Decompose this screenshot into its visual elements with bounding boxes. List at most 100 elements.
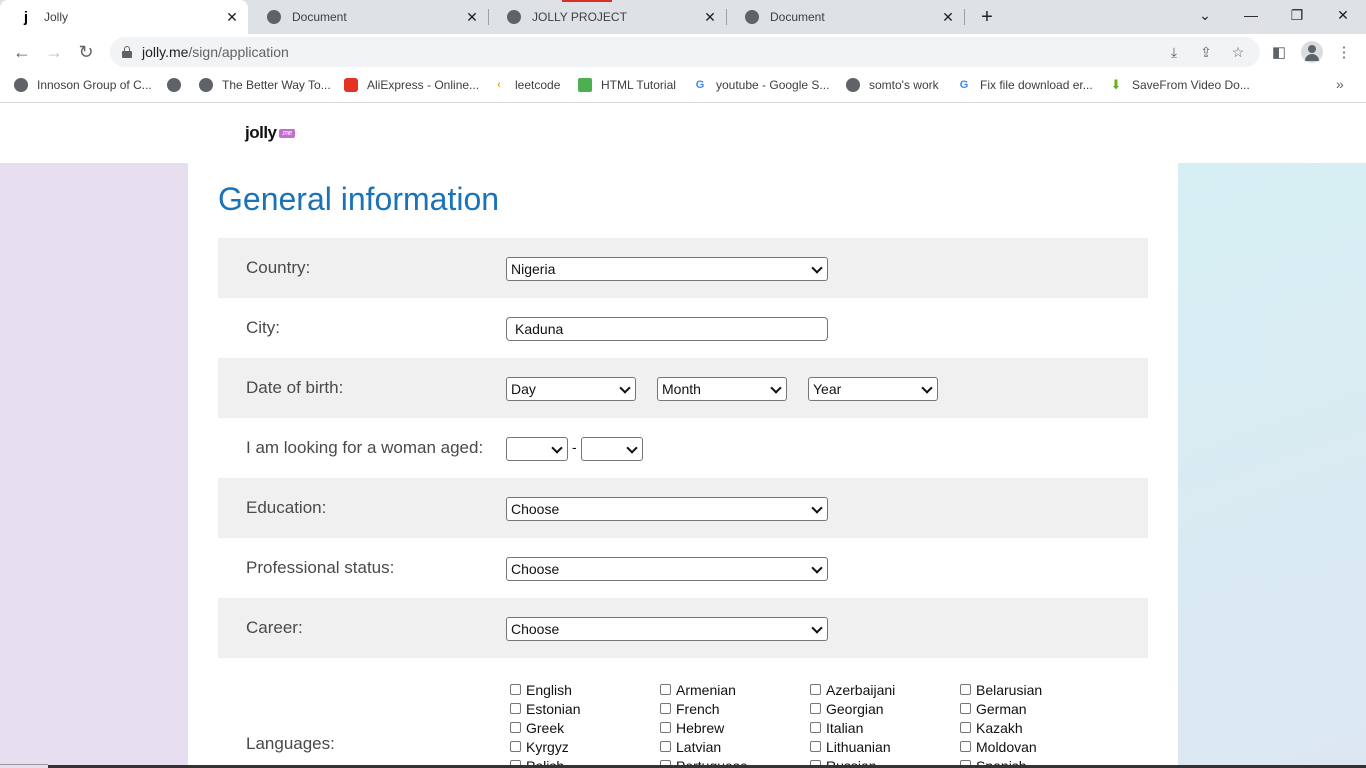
bookmark-somtos-work[interactable]: somto's work (846, 78, 939, 92)
bookmark-better-way[interactable]: The Better Way To... (199, 78, 331, 92)
language-option[interactable]: English (510, 680, 572, 699)
language-checkbox[interactable] (510, 684, 521, 695)
language-checkbox[interactable] (810, 741, 821, 752)
age-range-row: I am looking for a woman aged: - (218, 418, 1148, 478)
new-tab-button[interactable]: + (975, 6, 999, 28)
restore-icon[interactable]: ❐ (1274, 0, 1320, 30)
language-option[interactable]: Moldovan (960, 737, 1037, 756)
education-select[interactable]: Choose (506, 497, 828, 521)
jolly-logo[interactable]: jolly .me (245, 123, 295, 143)
bookmark-globe[interactable] (167, 78, 190, 92)
tab-title: Document (292, 10, 347, 24)
close-tab-icon[interactable]: ✕ (702, 9, 718, 25)
share-icon[interactable]: ⇪ (1198, 44, 1214, 60)
professional-status-select[interactable]: Choose (506, 557, 828, 581)
language-checkbox[interactable] (810, 722, 821, 733)
city-input[interactable]: Kaduna (506, 317, 828, 341)
language-checkbox[interactable] (960, 684, 971, 695)
language-checkbox[interactable] (660, 722, 671, 733)
lock-icon[interactable] (122, 46, 132, 58)
dob-month-select[interactable]: Month (657, 377, 787, 401)
professional-status-row: Professional status: Choose (218, 538, 1148, 598)
bookmark-aliexpress[interactable]: AliExpress - Online... (344, 78, 479, 92)
globe-icon (846, 78, 860, 92)
language-option[interactable]: Armenian (660, 680, 736, 699)
google-icon: G (695, 79, 705, 91)
tab-jolly[interactable]: j Jolly ✕ (0, 0, 248, 34)
more-bookmarks-icon[interactable]: » (1336, 76, 1344, 92)
language-checkbox[interactable] (960, 703, 971, 714)
globe-icon (14, 78, 28, 92)
bookmark-savefrom[interactable]: ⬇ SaveFrom Video Do... (1109, 77, 1250, 92)
education-label: Education: (246, 498, 327, 517)
bookmark-leetcode[interactable]: ‹ leetcode (492, 78, 560, 92)
language-checkbox[interactable] (960, 741, 971, 752)
aliexpress-icon (344, 78, 358, 92)
forward-icon[interactable]: → (40, 38, 68, 66)
install-icon[interactable]: ⤓ (1166, 44, 1182, 60)
language-label: Moldovan (976, 738, 1037, 755)
close-tab-icon[interactable]: ✕ (464, 9, 480, 25)
language-label: Estonian (526, 700, 581, 717)
close-tab-icon[interactable]: ✕ (224, 9, 240, 25)
language-label: English (526, 681, 572, 698)
language-option[interactable]: German (960, 699, 1027, 718)
language-option[interactable]: Italian (810, 718, 863, 737)
language-option[interactable]: Hebrew (660, 718, 724, 737)
bookmark-innoson[interactable]: Innoson Group of C... (14, 78, 152, 92)
language-option[interactable]: Kyrgyz (510, 737, 569, 756)
language-option[interactable]: Lithuanian (810, 737, 891, 756)
tab-document-1[interactable]: Document ✕ (248, 0, 488, 34)
bookmark-star-icon[interactable]: ☆ (1230, 44, 1246, 60)
minimize-icon[interactable]: — (1228, 0, 1274, 30)
reload-icon[interactable]: ↻ (72, 38, 100, 66)
tab-jolly-project[interactable]: JOLLY PROJECT ✕ (488, 0, 726, 34)
language-option[interactable]: Estonian (510, 699, 580, 718)
profile-avatar-icon[interactable] (1301, 41, 1323, 63)
city-label: City: (246, 318, 280, 337)
page-viewport: jolly .me General information Country: Ni… (0, 103, 1366, 768)
tab-search-icon[interactable]: ⌄ (1182, 0, 1228, 30)
country-select[interactable]: Nigeria (506, 257, 828, 281)
language-option[interactable]: French (660, 699, 720, 718)
language-checkbox[interactable] (660, 684, 671, 695)
dob-day-select[interactable]: Day (506, 377, 636, 401)
language-option[interactable]: Georgian (810, 699, 884, 718)
language-option[interactable]: Belarusian (960, 680, 1042, 699)
language-checkbox[interactable] (960, 722, 971, 733)
language-checkbox[interactable] (810, 703, 821, 714)
language-option[interactable]: Greek (510, 718, 564, 737)
left-background (0, 163, 188, 768)
leetcode-icon: ‹ (497, 79, 501, 91)
tab-strip: j Jolly ✕ Document ✕ JOLLY PROJECT ✕ Doc… (0, 0, 1366, 34)
bookmark-fix-file-download[interactable]: G Fix file download er... (957, 78, 1093, 92)
age-to-select[interactable] (581, 437, 643, 461)
page-title: General information (218, 181, 500, 217)
language-label: Kazakh (976, 719, 1023, 736)
chevron-down-icon (811, 502, 823, 514)
language-checkbox[interactable] (510, 703, 521, 714)
country-row: Country: Nigeria (218, 238, 1148, 298)
dob-year-select[interactable]: Year (808, 377, 938, 401)
language-option[interactable]: Kazakh (960, 718, 1023, 737)
language-option[interactable]: Azerbaijani (810, 680, 895, 699)
language-checkbox[interactable] (810, 684, 821, 695)
close-tab-icon[interactable]: ✕ (940, 9, 956, 25)
tab-document-2[interactable]: Document ✕ (726, 0, 964, 34)
language-checkbox[interactable] (510, 741, 521, 752)
age-from-select[interactable] (506, 437, 568, 461)
language-checkbox[interactable] (510, 722, 521, 733)
address-bar[interactable]: jolly.me/sign/application ⤓ ⇪ ☆ (110, 37, 1260, 67)
language-checkbox[interactable] (660, 741, 671, 752)
menu-icon[interactable]: ⋮ (1334, 42, 1354, 62)
bookmark-html-tutorial[interactable]: HTML Tutorial (578, 78, 676, 92)
language-checkbox[interactable] (660, 703, 671, 714)
back-icon[interactable]: ← (8, 38, 36, 66)
language-label: Azerbaijani (826, 681, 896, 698)
language-option[interactable]: Latvian (660, 737, 721, 756)
bookmark-youtube-google[interactable]: Gyoutube - Google S... (693, 78, 830, 92)
close-window-icon[interactable]: ✕ (1320, 0, 1366, 30)
career-select[interactable]: Choose (506, 617, 828, 641)
language-label: Lithuanian (826, 738, 891, 755)
side-panel-icon[interactable]: ◧ (1269, 42, 1289, 62)
